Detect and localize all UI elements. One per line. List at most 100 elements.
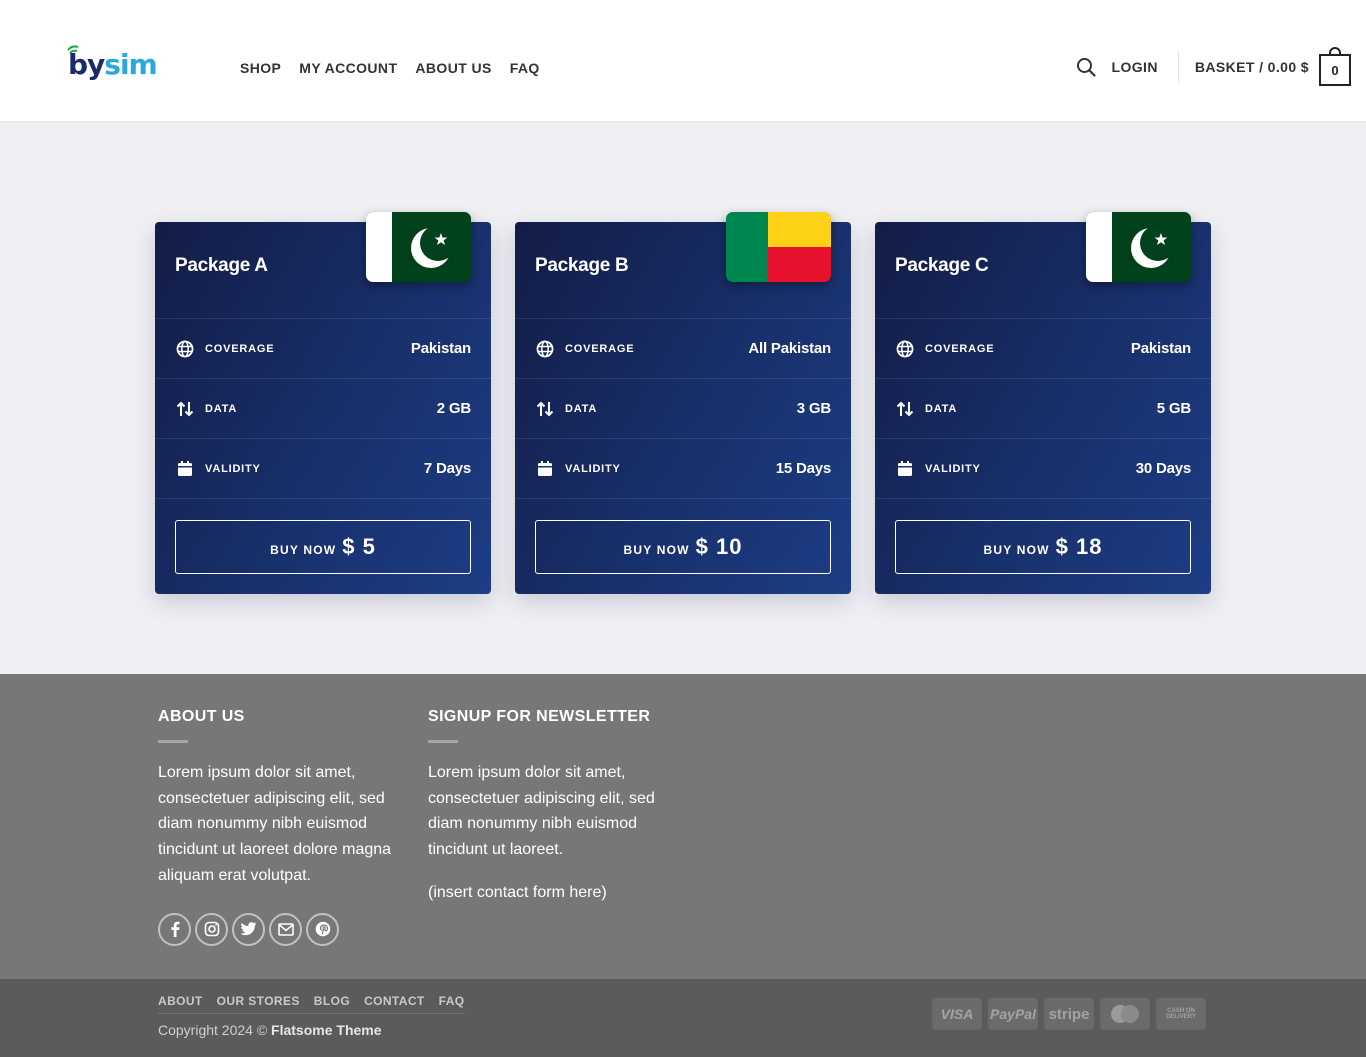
footer-link-our-stores[interactable]: OUR STORES bbox=[217, 994, 300, 1008]
coverage-value: Pakistan bbox=[1130, 340, 1191, 357]
search-icon[interactable] bbox=[1076, 57, 1096, 77]
package-card-a: Package A COVERAGE Pakistan DATA 2 GB VA… bbox=[155, 212, 491, 594]
data-label: DATA bbox=[565, 402, 598, 415]
data-label: DATA bbox=[925, 402, 958, 415]
validity-value: 15 Days bbox=[775, 460, 832, 477]
globe-icon bbox=[535, 340, 555, 358]
instagram-icon[interactable] bbox=[195, 912, 228, 946]
main-nav: SHOP MY ACCOUNT ABOUT US FAQ bbox=[240, 60, 540, 76]
calendar-icon bbox=[175, 460, 195, 478]
coverage-label: COVERAGE bbox=[205, 342, 275, 355]
validity-row: VALIDITY 30 Days bbox=[875, 438, 1211, 498]
price: $ 5 bbox=[342, 534, 376, 559]
validity-value: 30 Days bbox=[1135, 460, 1192, 477]
coverage-row: COVERAGE Pakistan bbox=[875, 318, 1211, 378]
footer-links: ABOUT OUR STORES BLOG CONTACT FAQ bbox=[158, 994, 465, 1014]
package-title: Package B bbox=[535, 255, 629, 276]
data-row: DATA 5 GB bbox=[875, 378, 1211, 438]
nav-about-us[interactable]: ABOUT US bbox=[415, 60, 491, 76]
nav-my-account[interactable]: MY ACCOUNT bbox=[299, 60, 397, 76]
globe-icon bbox=[175, 340, 195, 358]
twitter-icon[interactable] bbox=[232, 912, 265, 946]
coverage-row: COVERAGE All Pakistan bbox=[515, 318, 851, 378]
buy-now-button[interactable]: BUY NOW $ 5 bbox=[175, 520, 471, 574]
package-title: Package A bbox=[175, 255, 268, 276]
mastercard-icon bbox=[1100, 998, 1150, 1030]
validity-value: 7 Days bbox=[423, 460, 471, 477]
benin-flag-icon bbox=[726, 212, 831, 282]
pinterest-icon[interactable] bbox=[306, 912, 339, 946]
buy-now-label: BUY NOW bbox=[623, 542, 690, 557]
footer-about: ABOUT US Lorem ipsum dolor sit amet, con… bbox=[158, 708, 403, 946]
cod-text: CASH ON DELIVERY bbox=[1166, 1008, 1196, 1020]
facebook-icon[interactable] bbox=[158, 912, 191, 946]
social-icons bbox=[158, 912, 403, 946]
card-divider bbox=[515, 498, 851, 499]
cart-icon[interactable]: 0 bbox=[1319, 47, 1351, 86]
coverage-label: COVERAGE bbox=[565, 342, 635, 355]
nav-faq[interactable]: FAQ bbox=[510, 60, 540, 76]
price: $ 10 bbox=[695, 534, 743, 559]
data-row: DATA 2 GB bbox=[155, 378, 491, 438]
header-divider bbox=[1177, 51, 1179, 83]
nav-shop[interactable]: SHOP bbox=[240, 60, 281, 76]
paypal-icon: PayPal bbox=[988, 998, 1038, 1030]
footer-about-text: Lorem ipsum dolor sit amet, consectetuer… bbox=[158, 764, 392, 884]
basket-link[interactable]: BASKET / 0.00 $ bbox=[1195, 59, 1309, 75]
logo-text: bysim bbox=[68, 48, 158, 81]
validity-row: VALIDITY 7 Days bbox=[155, 438, 491, 498]
data-value: 5 GB bbox=[1156, 400, 1191, 417]
package-card-c: Package C COVERAGE Pakistan DATA 5 GB VA… bbox=[875, 212, 1211, 594]
footer-bottom-bar: ABOUT OUR STORES BLOG CONTACT FAQ Copyri… bbox=[0, 979, 1366, 1057]
data-label: DATA bbox=[205, 402, 238, 415]
cart-handle bbox=[1329, 47, 1341, 56]
cart-count: 0 bbox=[1331, 62, 1339, 78]
arrows-up-down-icon bbox=[175, 400, 195, 418]
footer-about-heading: ABOUT US bbox=[158, 708, 245, 725]
calendar-icon bbox=[535, 460, 555, 478]
login-link[interactable]: LOGIN bbox=[1112, 59, 1158, 75]
site-header: bysim SHOP MY ACCOUNT ABOUT US FAQ LOGIN… bbox=[0, 0, 1366, 122]
arrows-up-down-icon bbox=[535, 400, 555, 418]
cash-on-delivery-icon: CASH ON DELIVERY bbox=[1156, 998, 1206, 1030]
footer-newsletter-text: Lorem ipsum dolor sit amet, consectetuer… bbox=[428, 764, 655, 859]
data-value: 2 GB bbox=[436, 400, 471, 417]
buy-now-button[interactable]: BUY NOW $ 18 bbox=[895, 520, 1191, 574]
validity-row: VALIDITY 15 Days bbox=[515, 438, 851, 498]
coverage-row: COVERAGE Pakistan bbox=[155, 318, 491, 378]
data-value: 3 GB bbox=[796, 400, 831, 417]
buy-now-button[interactable]: BUY NOW $ 10 bbox=[535, 520, 831, 574]
copyright-prefix: Copyright 2024 © bbox=[158, 1022, 272, 1038]
footer-link-contact[interactable]: CONTACT bbox=[364, 994, 425, 1008]
stripe-icon: stripe bbox=[1044, 998, 1094, 1030]
footer-link-faq[interactable]: FAQ bbox=[439, 994, 465, 1008]
arrows-up-down-icon bbox=[895, 400, 915, 418]
footer-newsletter-heading: SIGNUP FOR NEWSLETTER bbox=[428, 708, 651, 725]
bysim-logo[interactable]: bysim bbox=[66, 44, 158, 84]
header-actions: LOGIN BASKET / 0.00 $ 0 bbox=[1076, 47, 1351, 86]
coverage-label: COVERAGE bbox=[925, 342, 995, 355]
visa-icon: VISA bbox=[932, 998, 982, 1030]
coverage-value: All Pakistan bbox=[748, 340, 831, 357]
contact-form-placeholder: (insert contact form here) bbox=[428, 883, 607, 901]
calendar-icon bbox=[895, 460, 915, 478]
data-row: DATA 3 GB bbox=[515, 378, 851, 438]
heading-underline bbox=[158, 740, 188, 743]
coverage-value: Pakistan bbox=[410, 340, 471, 357]
pakistan-flag-icon bbox=[366, 212, 471, 282]
card-divider bbox=[155, 498, 491, 499]
heading-underline bbox=[428, 740, 458, 743]
site-footer: ABOUT US Lorem ipsum dolor sit amet, con… bbox=[0, 674, 1366, 979]
validity-label: VALIDITY bbox=[925, 462, 981, 475]
footer-link-blog[interactable]: BLOG bbox=[314, 994, 350, 1008]
validity-label: VALIDITY bbox=[565, 462, 621, 475]
price: $ 18 bbox=[1055, 534, 1103, 559]
validity-label: VALIDITY bbox=[205, 462, 261, 475]
pakistan-flag-icon bbox=[1086, 212, 1191, 282]
copyright-brand: Flatsome Theme bbox=[271, 1022, 382, 1038]
copyright: Copyright 2024 © Flatsome Theme bbox=[158, 1022, 382, 1038]
globe-icon bbox=[895, 340, 915, 358]
email-icon[interactable] bbox=[269, 912, 302, 946]
footer-link-about[interactable]: ABOUT bbox=[158, 994, 203, 1008]
package-card-b: Package B COVERAGE All Pakistan DATA 3 G… bbox=[515, 212, 851, 594]
